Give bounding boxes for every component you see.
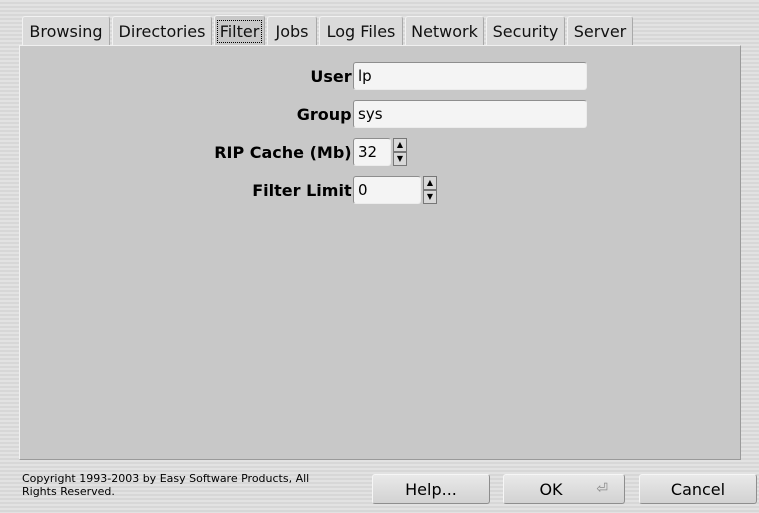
cancel-button[interactable]: Cancel bbox=[639, 474, 757, 504]
filter-limit-label: Filter Limit: bbox=[252, 180, 358, 200]
user-row: User: lp bbox=[20, 62, 742, 90]
group-input[interactable]: sys bbox=[353, 100, 587, 128]
ok-button-label: OK bbox=[539, 479, 563, 499]
filter-limit-row: Filter Limit: 0 ▲ ▼ bbox=[20, 176, 742, 204]
help-button-label: Help... bbox=[405, 479, 457, 499]
tab-bar: Browsing Directories Filter Jobs Log Fil… bbox=[22, 15, 635, 47]
up-arrow-icon[interactable]: ▲ bbox=[423, 176, 437, 190]
ok-button[interactable]: OK ⏎ bbox=[503, 474, 625, 504]
tab-log-files[interactable]: Log Files bbox=[319, 16, 403, 46]
copyright-text: Copyright 1993-2003 by Easy Software Pro… bbox=[22, 472, 310, 498]
user-label: User: bbox=[310, 66, 358, 86]
down-arrow-icon[interactable]: ▼ bbox=[393, 152, 407, 166]
return-key-icon: ⏎ bbox=[596, 481, 608, 497]
filter-limit-stepper[interactable]: ▲ ▼ bbox=[423, 176, 437, 204]
rip-cache-label: RIP Cache (Mb): bbox=[214, 142, 358, 162]
down-arrow-icon[interactable]: ▼ bbox=[423, 190, 437, 204]
filter-panel: User: lp Group: sys RIP Cache (Mb): 32 ▲… bbox=[19, 45, 741, 460]
tab-network[interactable]: Network bbox=[405, 16, 484, 46]
cancel-button-label: Cancel bbox=[670, 479, 726, 499]
tab-security[interactable]: Security bbox=[486, 16, 565, 46]
filter-limit-input[interactable]: 0 bbox=[353, 176, 421, 204]
user-input[interactable]: lp bbox=[353, 62, 587, 90]
up-arrow-icon[interactable]: ▲ bbox=[393, 138, 407, 152]
tab-browsing[interactable]: Browsing bbox=[22, 16, 110, 46]
rip-cache-input[interactable]: 32 bbox=[353, 138, 391, 166]
rip-cache-row: RIP Cache (Mb): 32 ▲ ▼ bbox=[20, 138, 742, 166]
group-row: Group: sys bbox=[20, 100, 742, 128]
tab-filter[interactable]: Filter bbox=[214, 15, 265, 47]
rip-cache-stepper[interactable]: ▲ ▼ bbox=[393, 138, 407, 166]
group-label: Group: bbox=[296, 104, 358, 124]
tab-jobs[interactable]: Jobs bbox=[267, 16, 317, 46]
tab-server[interactable]: Server bbox=[567, 16, 633, 46]
tab-directories[interactable]: Directories bbox=[112, 16, 212, 46]
help-button[interactable]: Help... bbox=[372, 474, 490, 504]
